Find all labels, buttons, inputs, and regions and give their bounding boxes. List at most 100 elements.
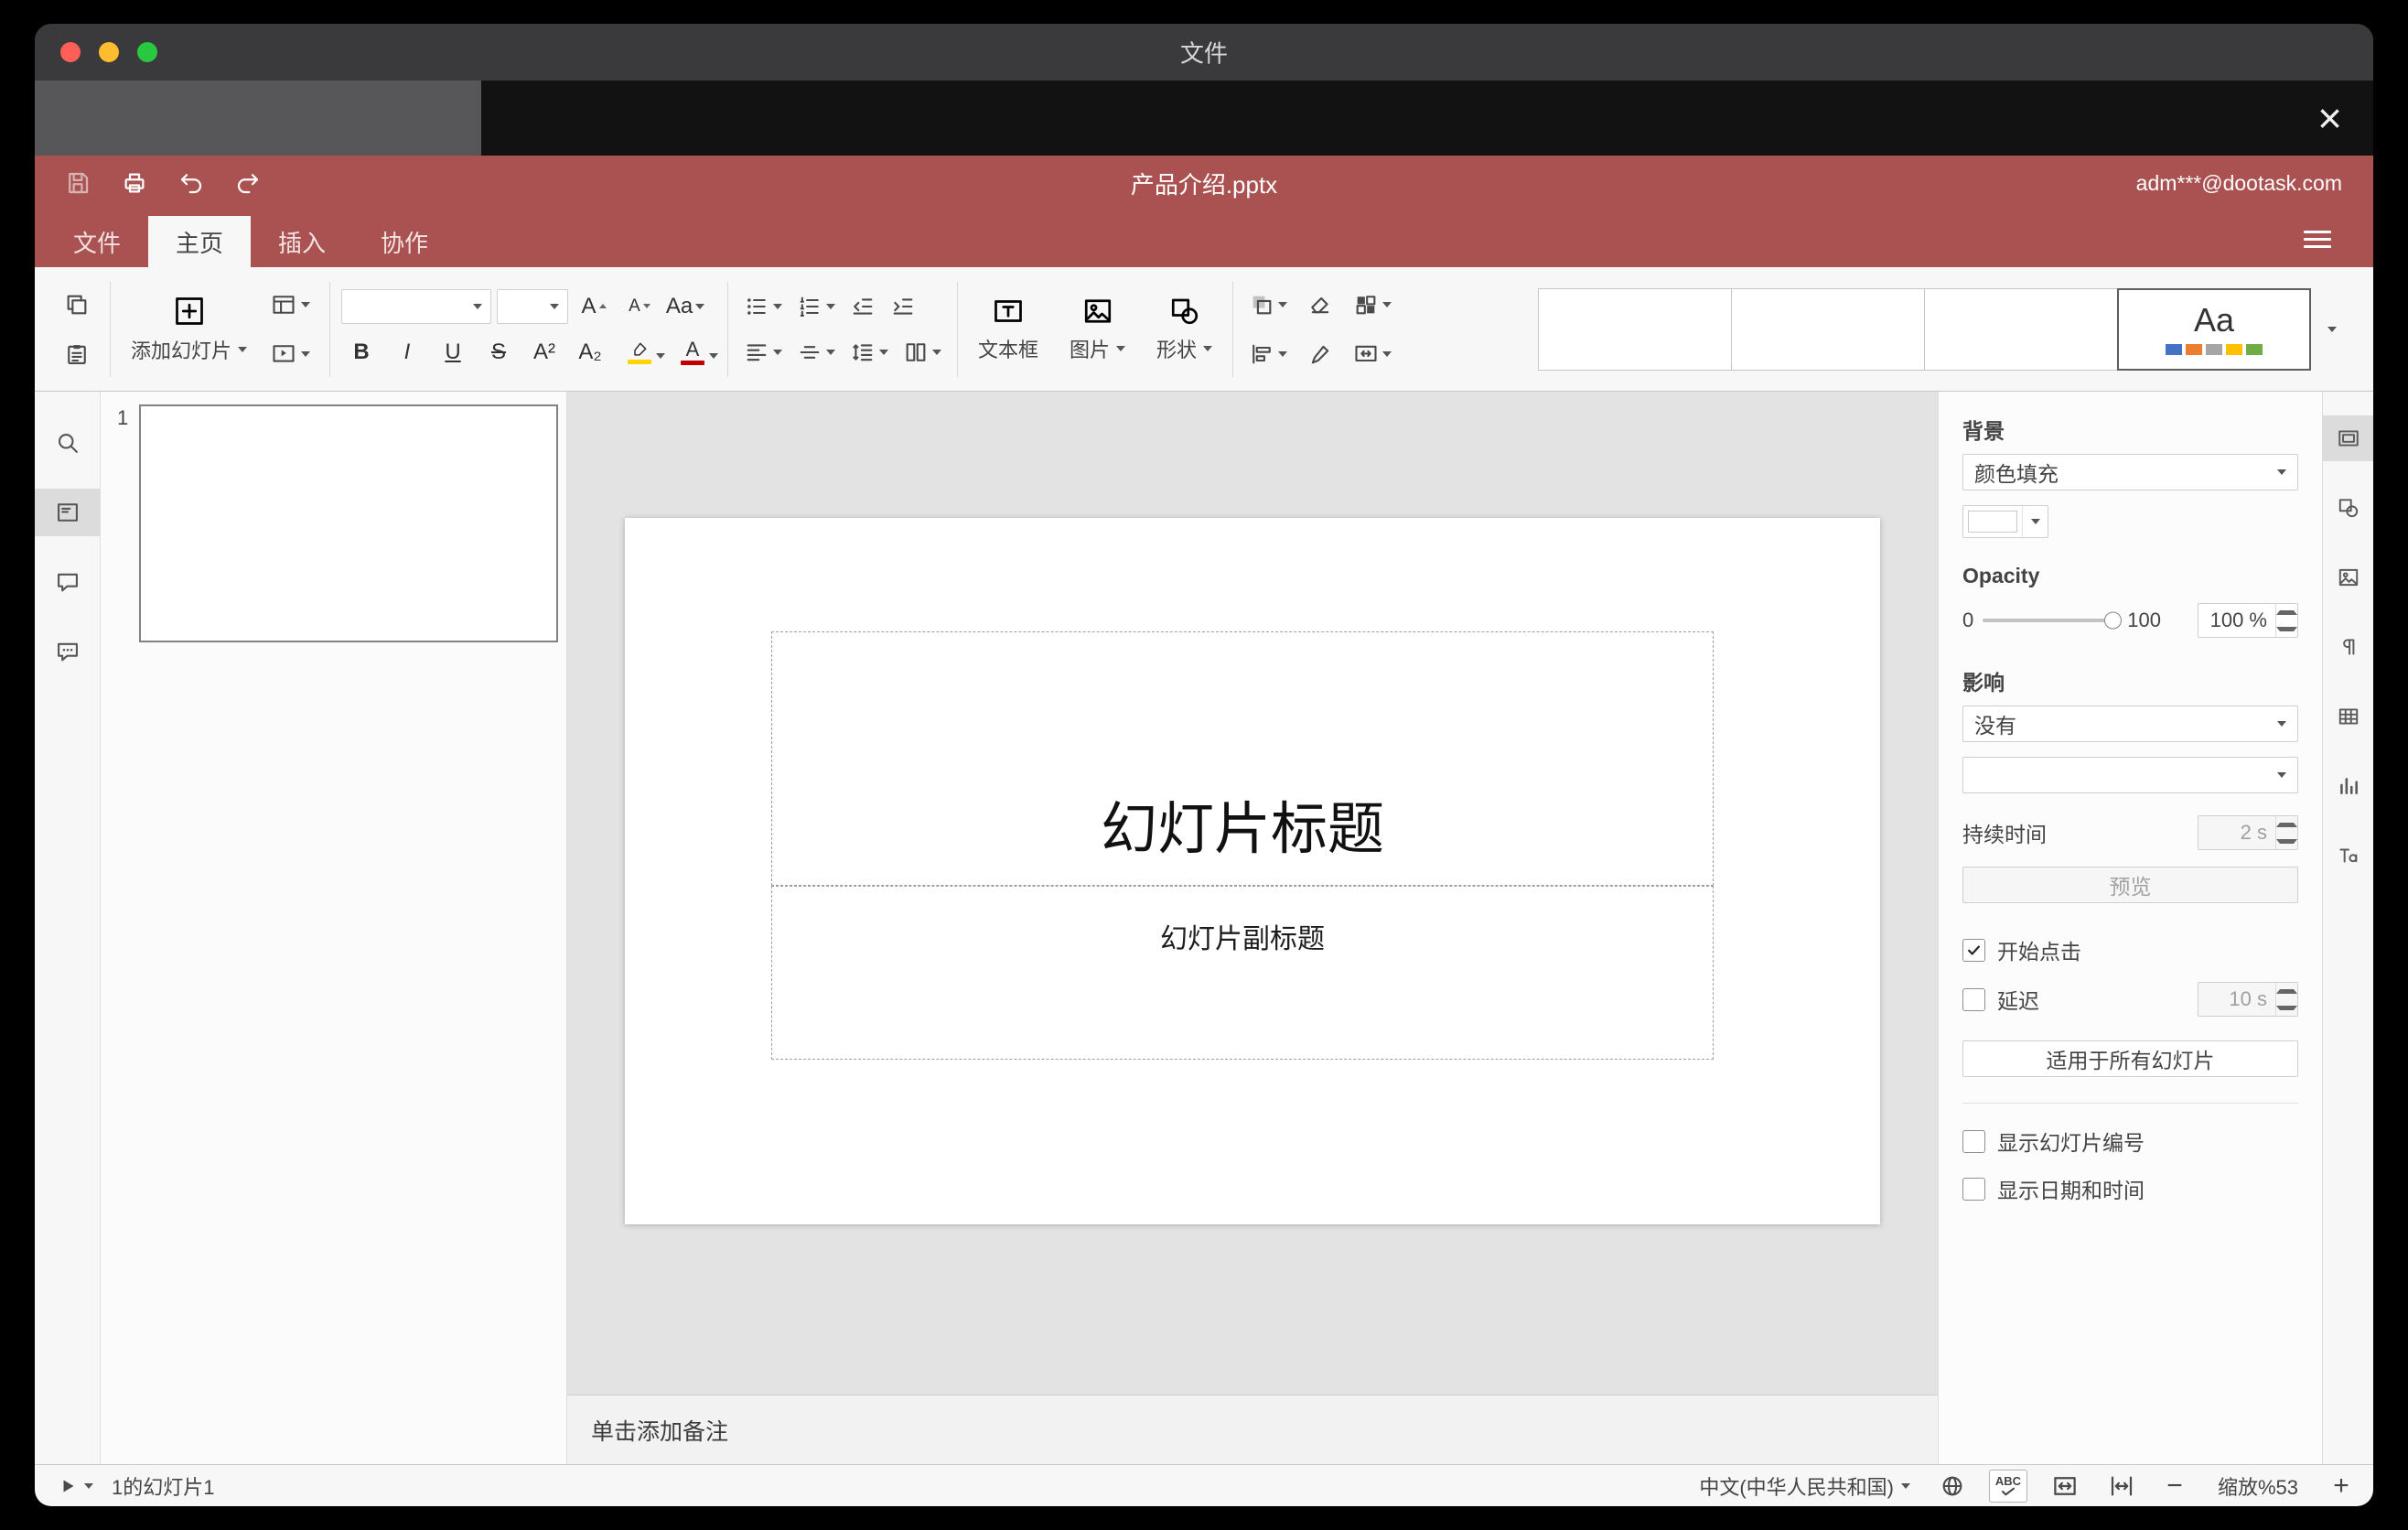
clear-style-button[interactable] [1303,284,1338,326]
zoom-out-button[interactable]: − [2159,1471,2190,1502]
slide-layout-button[interactable] [262,284,318,326]
superscript-button[interactable]: A² [524,333,564,372]
italic-button[interactable]: I [387,333,427,372]
font-name-select[interactable] [341,288,492,324]
spinner-down-icon[interactable] [2276,833,2297,849]
insert-textbox-button[interactable]: 文本框 [969,293,1048,365]
strikethrough-button[interactable]: S [478,333,519,372]
background-fill-select[interactable]: 颜色填充 [1962,454,2298,490]
shape-settings-tab[interactable] [2323,485,2374,531]
document-language-button[interactable] [1934,1472,1971,1500]
font-size-select[interactable] [497,288,569,324]
bullet-list-button[interactable] [739,287,787,326]
slides-panel-button[interactable] [35,489,101,536]
hamburger-menu-button[interactable] [2298,221,2337,258]
horizontal-align-button[interactable] [739,333,787,372]
slide-thumbnail[interactable] [139,404,558,642]
close-button[interactable]: × [2310,93,2349,143]
highlight-color-button[interactable] [616,333,666,372]
spellcheck-button[interactable]: ABC [1989,1469,2027,1503]
opacity-spinner[interactable]: 100 % [2198,603,2298,638]
preview-button[interactable]: 预览 [1962,867,2298,903]
copy-style-button[interactable] [1303,333,1338,375]
save-button[interactable] [62,167,93,199]
tab-collaboration[interactable]: 协作 [353,216,456,267]
fit-slide-button[interactable] [2046,1471,2084,1501]
theme-gallery-expand-button[interactable] [2311,288,2353,371]
tab-insert[interactable]: 插入 [251,216,353,267]
spinner-up-icon[interactable] [2276,983,2297,999]
add-slide-button[interactable]: 添加幻灯片 [122,291,256,368]
textart-settings-tab[interactable] [2323,833,2374,878]
minimize-traffic-light[interactable] [99,42,119,62]
slide-canvas[interactable]: 幻灯片标题 幻灯片副标题 [625,518,1880,1224]
vertical-align-button[interactable] [792,333,840,372]
insert-image-button[interactable]: 图片 [1060,293,1134,365]
comments-panel-button[interactable] [35,558,101,606]
increase-indent-button[interactable] [886,287,920,326]
close-traffic-light[interactable] [60,42,81,62]
subtitle-placeholder[interactable]: 幻灯片副标题 [771,886,1714,1060]
numbered-list-button[interactable] [792,287,840,326]
theme-thumbnail-selected[interactable]: Aa [2117,287,2311,371]
tab-home[interactable]: 主页 [148,216,252,267]
zoom-traffic-light[interactable] [137,42,157,62]
transition-effect-select[interactable]: 没有 [1962,706,2298,742]
slide-settings-tab[interactable] [2322,415,2373,461]
editor-canvas[interactable]: 幻灯片标题 幻灯片副标题 [567,392,1938,1395]
redo-button[interactable] [232,167,263,199]
color-scheme-button[interactable] [1349,284,1396,326]
line-spacing-button[interactable] [845,333,893,372]
arrange-shapes-button[interactable] [1244,284,1292,326]
delay-checkbox[interactable] [1962,987,1985,1011]
start-slideshow-button[interactable] [51,1474,99,1498]
opacity-slider-knob[interactable] [2104,611,2123,630]
align-shapes-button[interactable] [1244,333,1292,375]
opacity-slider[interactable] [1983,611,2123,630]
undo-button[interactable] [176,167,207,199]
zoom-in-button[interactable]: + [2326,1471,2357,1502]
insert-shape-button[interactable]: 形状 [1147,293,1221,365]
paragraph-settings-tab[interactable] [2323,624,2374,670]
theme-thumbnail-2[interactable] [1731,287,1925,371]
increase-font-button[interactable]: A [574,287,614,326]
title-placeholder[interactable]: 幻灯片标题 [771,631,1714,886]
feedback-panel-button[interactable] [35,628,101,675]
bold-button[interactable]: B [341,333,382,372]
subscript-button[interactable]: A₂ [570,333,610,372]
search-panel-button[interactable] [35,419,101,467]
change-case-button[interactable]: Aa [665,287,705,326]
background-color-picker[interactable] [1962,505,2048,538]
decrease-font-button[interactable]: A [619,287,660,326]
slide-size-button[interactable] [1349,333,1396,375]
spinner-down-icon[interactable] [2276,620,2297,637]
start-on-click-checkbox[interactable] [1962,938,1985,962]
copy-button[interactable] [55,284,99,326]
decrease-indent-button[interactable] [845,287,880,326]
theme-thumbnail-3[interactable] [1924,287,2118,371]
apply-to-all-slides-button[interactable]: 适用于所有幻灯片 [1962,1040,2298,1077]
spinner-down-icon[interactable] [2276,999,2297,1016]
print-button[interactable] [119,167,150,199]
language-selector[interactable]: 中文(中华人民共和国) [1693,1471,1916,1502]
paragraph-icon [2342,639,2354,655]
image-settings-tab[interactable] [2323,555,2374,600]
font-color-button[interactable]: A [669,333,719,372]
transition-variant-select[interactable] [1962,757,2298,793]
paste-button[interactable] [55,333,99,375]
columns-button[interactable] [898,333,946,372]
tab-file[interactable]: 文件 [46,216,148,267]
duration-spinner[interactable]: 2 s [2198,815,2298,850]
table-settings-tab[interactable] [2323,694,2374,739]
spinner-up-icon[interactable] [2276,816,2297,833]
notes-area[interactable]: 单击添加备注 [567,1395,1938,1464]
show-slide-number-checkbox[interactable] [1962,1129,1985,1153]
preview-slideshow-button[interactable] [262,333,318,375]
delay-spinner[interactable]: 10 s [2198,982,2298,1017]
chart-settings-tab[interactable] [2323,763,2374,809]
theme-thumbnail-1[interactable] [1538,287,1732,371]
spinner-up-icon[interactable] [2276,604,2297,620]
fit-width-button[interactable] [2102,1471,2141,1501]
underline-button[interactable]: U [433,333,473,372]
show-date-time-checkbox[interactable] [1962,1177,1985,1201]
